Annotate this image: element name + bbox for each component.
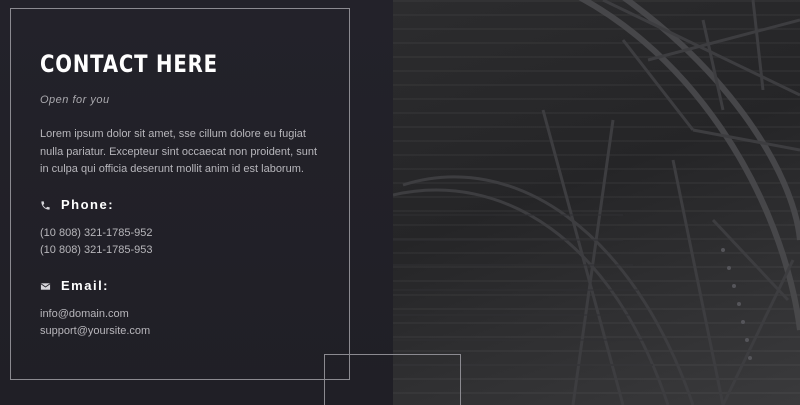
contact-title: CONTACT HERE (40, 50, 218, 78)
phone-label: Phone: (61, 197, 115, 212)
phone-icon (40, 199, 51, 210)
background-photo (393, 0, 800, 405)
phone-number[interactable]: (10 808) 321-1785-952 (40, 227, 153, 239)
phone-heading: Phone: (40, 197, 114, 212)
bridge-structure-image (393, 0, 800, 405)
email-label: Email: (61, 278, 110, 293)
contact-description: Lorem ipsum dolor sit amet, sse cillum d… (40, 128, 318, 175)
contact-subtitle: Open for you (40, 94, 110, 106)
email-heading: Email: (40, 278, 109, 293)
email-address[interactable]: support@yoursite.com (40, 325, 150, 337)
decorative-frame-bottom (324, 354, 461, 405)
contact-section: CONTACT HERE Open for you Lorem ipsum do… (0, 0, 800, 405)
phone-number[interactable]: (10 808) 321-1785-953 (40, 244, 153, 256)
envelope-icon (40, 280, 51, 291)
contact-panel: CONTACT HERE Open for you Lorem ipsum do… (0, 0, 393, 405)
email-address[interactable]: info@domain.com (40, 308, 129, 320)
